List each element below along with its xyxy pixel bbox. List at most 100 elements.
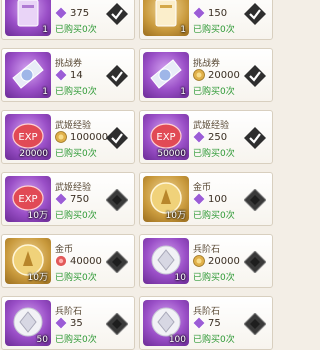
shop-item-card[interactable]: 50 兵阶石 35 已购买0次: [1, 296, 135, 350]
bought-count: 已购买0次: [193, 273, 235, 283]
gold-ticket-icon: 1: [143, 0, 189, 36]
price-value: 40000: [70, 255, 102, 267]
purchased-check-icon: [106, 127, 128, 149]
price-value: 150: [208, 7, 228, 19]
bought-count: 已购买0次: [55, 87, 97, 97]
shop-item-card[interactable]: 10 兵阶石 20000 已购买0次: [139, 234, 273, 288]
purple-gem-icon: [193, 317, 205, 329]
price-value: 20000: [208, 255, 240, 267]
icon-count: 10万: [27, 211, 48, 221]
challenge-ticket-icon: 1: [5, 52, 51, 98]
shop-item-card[interactable]: 100 兵阶石 75 已购买0次: [139, 296, 273, 350]
purchased-check-icon: [244, 3, 266, 25]
purple-gem-icon: [55, 317, 67, 329]
bought-count: 已购买0次: [193, 87, 235, 97]
price-row: 75: [193, 316, 221, 330]
price-value: 35: [70, 317, 83, 329]
price-value: 100: [208, 193, 228, 205]
gold-coin-icon: [193, 255, 205, 267]
icon-count: 50000: [157, 149, 186, 159]
gold-coin-icon: 10万: [143, 176, 189, 222]
locked-diamond-icon: [244, 251, 266, 273]
challenge-ticket-icon: 1: [143, 52, 189, 98]
icon-count: 1: [180, 25, 186, 35]
icon-count: 100: [168, 335, 186, 345]
rank-stone-icon: 10: [143, 238, 189, 284]
bought-count: 已购买0次: [55, 211, 97, 221]
svg-text:EXP: EXP: [18, 194, 37, 205]
exp-orb-icon: EXP 50000: [143, 114, 189, 160]
purple-gem-icon: [55, 193, 67, 205]
shop-item-card[interactable]: 1 375 已购买0次: [1, 0, 135, 40]
purple-ticket-icon: 1: [5, 0, 51, 36]
purple-gem-icon: [193, 7, 205, 19]
bought-count: 已购买0次: [193, 149, 235, 159]
locked-diamond-icon: [106, 251, 128, 273]
bought-count: 已购买0次: [193, 25, 235, 35]
price-row: 250: [193, 130, 227, 144]
price-row: 20000: [193, 254, 240, 268]
gold-coin-icon: [193, 69, 205, 81]
red-gem-icon: [55, 255, 67, 267]
price-value: 75: [208, 317, 221, 329]
purchased-check-icon: [106, 3, 128, 25]
shop-item-card[interactable]: EXP 50000 武姬经验 250 已购买0次: [139, 110, 273, 164]
price-row: 40000: [55, 254, 102, 268]
locked-diamond-icon: [244, 313, 266, 335]
price-row: 375: [55, 6, 89, 20]
shop-item-card[interactable]: 1 挑战券 20000 已购买0次: [139, 48, 273, 102]
icon-count: 50: [36, 335, 48, 345]
purchased-check-icon: [244, 127, 266, 149]
icon-count: 1: [42, 87, 48, 97]
rank-stone-icon: 100: [143, 300, 189, 346]
icon-count: 20000: [19, 149, 48, 159]
purple-gem-icon: [55, 7, 67, 19]
price-row: 150: [193, 6, 227, 20]
shop-item-card[interactable]: EXP 20000 武姬经验 100000 已购买0次: [1, 110, 135, 164]
locked-diamond-icon: [244, 189, 266, 211]
svg-text:EXP: EXP: [156, 132, 175, 143]
purchased-check-icon: [106, 65, 128, 87]
price-row: 35: [55, 316, 83, 330]
icon-count: 10万: [27, 273, 48, 283]
purple-gem-icon: [193, 131, 205, 143]
shop-grid: 1 375 已购买0次 1 150 已购买0次 1 挑战券 14 已购买0次 1…: [0, 0, 275, 350]
price-row: 100000: [55, 130, 108, 144]
price-row: 14: [55, 68, 83, 82]
bought-count: 已购买0次: [193, 335, 235, 345]
svg-text:EXP: EXP: [18, 132, 37, 143]
gold-coin-icon: [55, 131, 67, 143]
price-row: 750: [55, 192, 89, 206]
exp-orb-icon: EXP 10万: [5, 176, 51, 222]
purple-gem-icon: [193, 193, 205, 205]
rank-stone-icon: 50: [5, 300, 51, 346]
price-value: 250: [208, 131, 228, 143]
icon-count: 1: [42, 25, 48, 35]
price-value: 100000: [70, 131, 109, 143]
price-value: 20000: [208, 69, 240, 81]
price-row: 100: [193, 192, 227, 206]
shop-item-card[interactable]: 10万 金币 100 已购买0次: [139, 172, 273, 226]
shop-item-card[interactable]: 10万 金币 40000 已购买0次: [1, 234, 135, 288]
purchased-check-icon: [244, 65, 266, 87]
icon-count: 10: [174, 273, 186, 283]
bought-count: 已购买0次: [55, 25, 97, 35]
price-value: 14: [70, 69, 83, 81]
icon-count: 10万: [165, 211, 186, 221]
shop-item-card[interactable]: 1 挑战券 14 已购买0次: [1, 48, 135, 102]
bought-count: 已购买0次: [55, 149, 97, 159]
bought-count: 已购买0次: [55, 273, 97, 283]
locked-diamond-icon: [106, 313, 128, 335]
bought-count: 已购买0次: [193, 211, 235, 221]
shop-item-card[interactable]: 1 150 已购买0次: [139, 0, 273, 40]
shop-item-card[interactable]: EXP 10万 武姬经验 750 已购买0次: [1, 172, 135, 226]
price-row: 20000: [193, 68, 240, 82]
gold-coin-icon: 10万: [5, 238, 51, 284]
icon-count: 1: [180, 87, 186, 97]
locked-diamond-icon: [106, 189, 128, 211]
price-value: 375: [70, 7, 90, 19]
purple-gem-icon: [55, 69, 67, 81]
bought-count: 已购买0次: [55, 335, 97, 345]
price-value: 750: [70, 193, 90, 205]
exp-orb-icon: EXP 20000: [5, 114, 51, 160]
